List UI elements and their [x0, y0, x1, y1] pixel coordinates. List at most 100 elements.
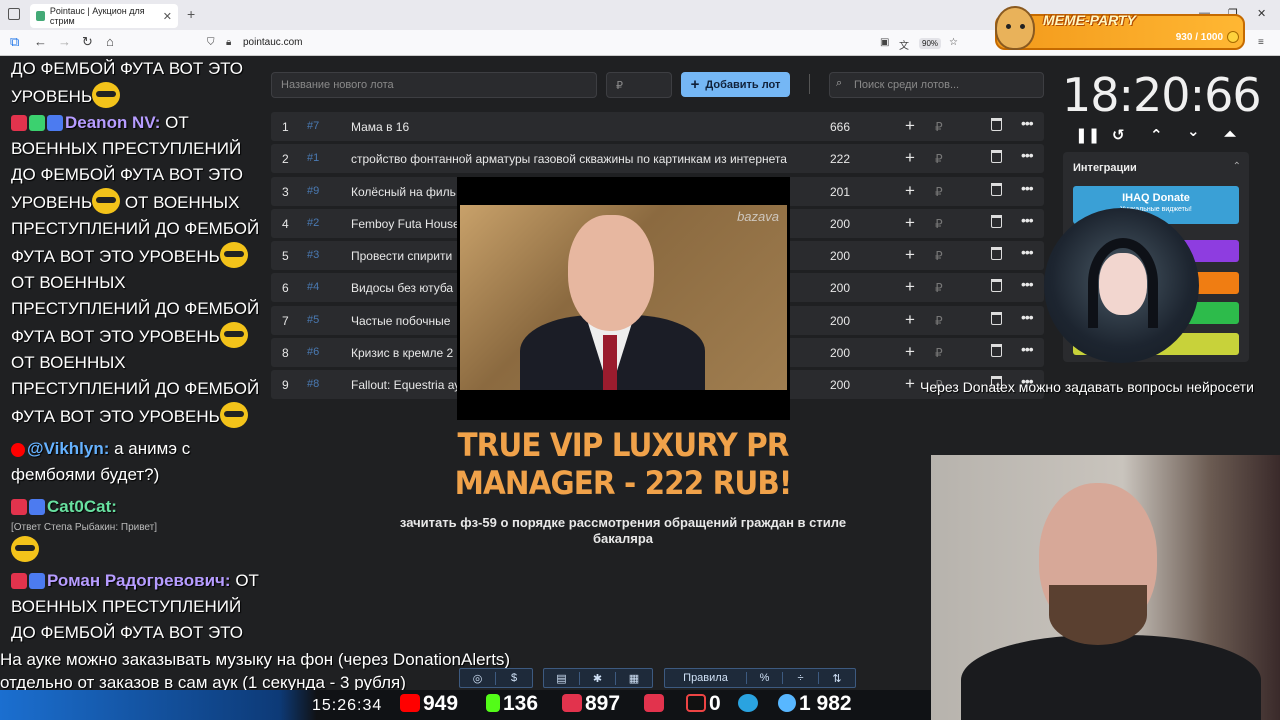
lot-row[interactable]: 1 #7 Мама в 16 666 + ₽ ••• — [271, 112, 1044, 141]
trash-icon[interactable] — [991, 311, 1002, 325]
rules-button[interactable]: Правила — [665, 672, 747, 684]
add-amount-icon[interactable]: + — [905, 342, 915, 362]
chat-reply-quote: [Ответ Степа Рыбакин: Привет] — [11, 522, 158, 533]
sort-icon[interactable]: ⇅ — [819, 672, 855, 685]
reload-icon[interactable]: ↻ — [82, 35, 93, 49]
more-options-icon[interactable]: ••• — [1021, 147, 1034, 163]
github-icon[interactable]: ◎ — [460, 671, 496, 685]
new-lot-input[interactable]: Название нового лота — [271, 72, 597, 98]
lot-id: #3 — [307, 249, 320, 261]
lot-amount[interactable]: 200 — [830, 249, 850, 263]
search-icon: ⌕ — [836, 77, 843, 89]
add-amount-icon[interactable]: + — [905, 245, 915, 265]
chevron-down-icon[interactable]: ⌄ — [1187, 122, 1200, 140]
clear-icon[interactable]: ▦ — [616, 672, 652, 685]
currency-input[interactable]: ₽ — [935, 249, 943, 263]
lot-amount[interactable]: 200 — [830, 346, 850, 360]
translate-icon[interactable]: 文 — [899, 37, 909, 52]
currency-input[interactable]: ₽ — [935, 120, 943, 134]
address-bar[interactable]: pointauc.com — [243, 37, 302, 48]
currency-input[interactable]: ₽ — [935, 152, 943, 166]
add-amount-icon[interactable]: + — [905, 116, 915, 136]
lot-name[interactable]: стройство фонтанной арматуры газовой скв… — [351, 152, 803, 166]
lot-search-input[interactable]: Поиск среди лотов... — [829, 72, 1044, 98]
trash-icon[interactable] — [991, 214, 1002, 228]
zoom-level[interactable]: 90% — [919, 38, 942, 49]
video-frame: bazava — [460, 205, 787, 390]
screenshot-icon[interactable]: ▣ — [880, 37, 889, 48]
currency-input[interactable]: ₽ — [935, 314, 943, 328]
add-amount-icon[interactable]: + — [905, 310, 915, 330]
shield-icon[interactable]: ⛉ — [207, 37, 215, 48]
lot-amount[interactable]: 200 — [830, 314, 850, 328]
chevron-up-icon[interactable]: ⌃ — [1233, 161, 1241, 172]
bookmark-star-icon[interactable]: ☆ — [949, 37, 958, 48]
more-options-icon[interactable]: ••• — [1021, 341, 1034, 357]
divider — [809, 74, 810, 94]
trash-icon[interactable] — [991, 182, 1002, 196]
meme-party-widget: MEME-PARTY 930 / 1000 — [995, 6, 1245, 50]
tab-list-icon[interactable] — [8, 8, 20, 20]
lot-amount[interactable]: 200 — [830, 217, 850, 231]
chevron-up-icon[interactable]: ⌃ — [1150, 126, 1163, 144]
browser-tab[interactable]: Pointauc | Аукцион для стрим ✕ — [30, 4, 178, 28]
percent-button[interactable]: % — [747, 672, 783, 684]
trash-icon[interactable] — [991, 118, 1002, 131]
meme-party-title: MEME-PARTY — [1043, 12, 1136, 28]
more-options-icon[interactable]: ••• — [1021, 212, 1034, 228]
chat-username[interactable]: Роман Радогревович: — [47, 571, 231, 590]
chat-username[interactable]: Cat0Cat: — [47, 497, 117, 516]
tab-close-icon[interactable]: ✕ — [163, 10, 172, 23]
currency-input[interactable]: ₽ — [935, 185, 943, 199]
add-amount-icon[interactable]: + — [905, 148, 915, 168]
more-options-icon[interactable]: ••• — [1021, 115, 1034, 131]
lot-amount[interactable]: 666 — [830, 120, 850, 134]
add-amount-icon[interactable]: + — [905, 213, 915, 233]
chat-message: Cat0Cat: — [0, 494, 262, 520]
lot-id: #2 — [307, 216, 320, 229]
add-lot-button[interactable]: + Добавить лот — [681, 72, 790, 97]
currency-input[interactable]: ₽ — [935, 281, 943, 295]
lot-name[interactable]: Мама в 16 — [351, 120, 803, 134]
divide-icon[interactable]: ÷ — [783, 672, 819, 684]
rutube-icon — [644, 694, 664, 712]
save-icon[interactable]: ▤ — [544, 671, 580, 685]
back-icon[interactable]: ← — [34, 35, 47, 49]
chat-username[interactable]: @Vikhlyn: — [27, 439, 109, 458]
more-options-icon[interactable]: ••• — [1021, 180, 1034, 196]
home-icon[interactable]: ⌂ — [106, 35, 114, 49]
trash-icon[interactable] — [991, 150, 1002, 164]
pause-icon[interactable]: ❚❚ — [1075, 126, 1100, 144]
sidebar-toggle-icon[interactable]: ⧉ — [10, 35, 19, 49]
lot-number: 7 — [282, 313, 289, 328]
user-badge-icon — [47, 115, 63, 131]
lot-amount[interactable]: 201 — [830, 185, 850, 199]
vtuber-avatar — [1044, 208, 1199, 363]
reset-icon[interactable]: ↺ — [1112, 126, 1125, 144]
double-chevron-up-icon[interactable]: ⏶ — [1224, 126, 1236, 143]
chat-username[interactable]: Deanon NV: — [65, 113, 160, 132]
lot-row[interactable]: 2 #1 стройство фонтанной арматуры газовой … — [271, 144, 1044, 174]
trash-icon[interactable] — [991, 247, 1002, 260]
lot-amount[interactable]: 222 — [830, 152, 850, 166]
trash-icon[interactable] — [991, 279, 1002, 293]
more-options-icon[interactable]: ••• — [1021, 276, 1034, 292]
currency-input[interactable]: ₽ — [935, 346, 943, 360]
trash-icon[interactable] — [991, 343, 1002, 357]
lot-amount[interactable]: 200 — [830, 378, 850, 392]
add-amount-icon[interactable]: + — [905, 374, 915, 394]
chat-sticker — [0, 536, 262, 564]
forward-icon[interactable]: → — [58, 35, 71, 49]
currency-input[interactable]: ₽ — [935, 217, 943, 231]
menu-icon[interactable]: ≡ — [1258, 37, 1264, 48]
new-tab-button[interactable]: + — [187, 6, 195, 22]
add-amount-icon[interactable]: + — [905, 181, 915, 201]
dollar-icon[interactable]: $ — [496, 672, 532, 684]
more-options-icon[interactable]: ••• — [1021, 244, 1034, 260]
lot-amount[interactable]: 200 — [830, 281, 850, 295]
lot-amount-input[interactable]: ₽ — [606, 72, 672, 98]
bug-icon[interactable]: ✱ — [580, 671, 616, 685]
close-window-icon[interactable]: ✕ — [1257, 7, 1266, 20]
more-options-icon[interactable]: ••• — [1021, 309, 1034, 325]
add-amount-icon[interactable]: + — [905, 277, 915, 297]
